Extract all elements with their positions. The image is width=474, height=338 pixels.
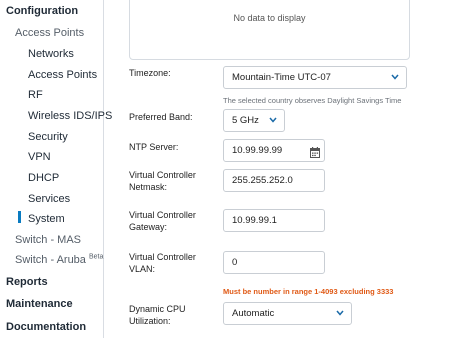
beta-badge: Beta [88, 253, 104, 261]
vc-vlan-value: 0 [232, 257, 238, 268]
vc-gateway-label: Virtual Controller Gateway: [129, 209, 219, 233]
nav-maintenance[interactable]: Maintenance [6, 297, 73, 311]
calendar-icon[interactable] [310, 145, 320, 158]
preferred-band-value: 5 GHz [232, 115, 259, 126]
vc-vlan-label-line2: VLAN: [129, 264, 156, 274]
active-indicator [18, 211, 21, 223]
timezone-label: Timezone: [129, 68, 171, 78]
nav-configuration[interactable]: Configuration [6, 4, 78, 18]
empty-state-text: No data to display [233, 13, 306, 23]
vc-netmask-input[interactable]: 255.255.252.0 [223, 169, 325, 192]
empty-table: No data to display [129, 0, 410, 60]
dynamic-cpu-label-line1: Dynamic CPU [129, 304, 186, 314]
nav-reports[interactable]: Reports [6, 275, 48, 289]
timezone-dst-note: The selected country observes Daylight S… [223, 96, 402, 105]
vc-netmask-value: 255.255.252.0 [232, 175, 293, 186]
preferred-band-select[interactable]: 5 GHz [223, 109, 285, 132]
sidebar-item-rf[interactable]: RF [28, 88, 43, 102]
ntp-server-input[interactable]: 10.99.99.99 [223, 139, 325, 162]
sidebar-item-security[interactable]: Security [28, 130, 68, 144]
sidebar-item-services[interactable]: Services [28, 192, 70, 206]
sidebar-item-networks[interactable]: Networks [28, 47, 74, 61]
nav-switch-aruba-label: Switch - Aruba [15, 254, 86, 266]
nav-switch-mas[interactable]: Switch - MAS [15, 233, 81, 247]
vc-gateway-label-line2: Gateway: [129, 222, 168, 232]
preferred-band-label: Preferred Band: [129, 112, 193, 122]
vc-gateway-value: 10.99.99.1 [232, 215, 277, 226]
chevron-down-icon [391, 74, 399, 80]
nav-switch-aruba[interactable]: Switch - Aruba Beta [15, 253, 103, 267]
sidebar: Configuration Access Points Networks Acc… [0, 0, 112, 338]
vc-netmask-label: Virtual Controller Netmask: [129, 169, 219, 193]
sidebar-item-wireless-ids-ips[interactable]: Wireless IDS/IPS [28, 109, 112, 123]
vc-vlan-error: Must be number in range 1-4093 excluding… [223, 287, 394, 296]
dynamic-cpu-select[interactable]: Automatic [223, 302, 352, 325]
nav-access-points-group[interactable]: Access Points [15, 26, 84, 40]
vc-vlan-input[interactable]: 0 [223, 251, 325, 274]
vc-netmask-label-line1: Virtual Controller [129, 170, 196, 180]
timezone-value: Mountain-Time UTC-07 [232, 72, 331, 83]
timezone-select[interactable]: Mountain-Time UTC-07 [223, 66, 407, 89]
vc-gateway-input[interactable]: 10.99.99.1 [223, 209, 325, 232]
chevron-down-icon [269, 117, 277, 123]
chevron-down-icon [336, 310, 344, 316]
sidebar-item-dhcp[interactable]: DHCP [28, 171, 59, 185]
dynamic-cpu-value: Automatic [232, 308, 275, 319]
nav-documentation[interactable]: Documentation [6, 320, 86, 334]
sidebar-item-access-points[interactable]: Access Points [28, 68, 97, 82]
sidebar-item-vpn[interactable]: VPN [28, 150, 51, 164]
dynamic-cpu-label: Dynamic CPU Utilization: [129, 303, 219, 327]
vc-netmask-label-line2: Netmask: [129, 182, 168, 192]
vc-vlan-label: Virtual Controller VLAN: [129, 251, 219, 275]
sidebar-item-system[interactable]: System [28, 212, 65, 226]
ntp-server-label: NTP Server: [129, 142, 179, 152]
dynamic-cpu-label-line2: Utilization: [129, 316, 171, 326]
vc-vlan-label-line1: Virtual Controller [129, 252, 196, 262]
ntp-server-value: 10.99.99.99 [232, 145, 283, 156]
vc-gateway-label-line1: Virtual Controller [129, 210, 196, 220]
